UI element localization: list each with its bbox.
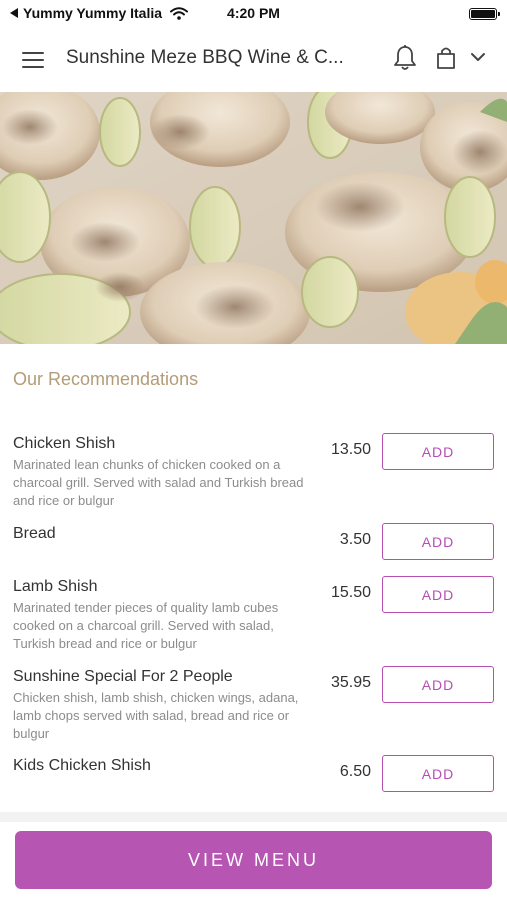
status-time: 4:20 PM: [227, 5, 280, 21]
menu-icon[interactable]: [22, 52, 44, 68]
item-name: Sunshine Special For 2 People: [13, 668, 233, 685]
view-menu-button[interactable]: VIEW MENU: [15, 831, 492, 889]
item-price: 35.95: [330, 674, 371, 691]
bell-icon[interactable]: [392, 44, 418, 72]
page-title: Sunshine Meze BBQ Wine & C...: [66, 47, 344, 68]
shopping-bag-icon[interactable]: [435, 46, 457, 70]
item-price: 6.50: [339, 763, 371, 780]
add-button[interactable]: ADD: [382, 755, 494, 792]
add-button[interactable]: ADD: [382, 433, 494, 470]
item-name: Lamb Shish: [13, 578, 98, 595]
divider: [0, 812, 507, 822]
item-price: 15.50: [330, 584, 371, 601]
item-price: 13.50: [330, 441, 371, 458]
item-name: Chicken Shish: [13, 435, 116, 452]
item-name: Kids Chicken Shish: [13, 757, 151, 774]
item-price: 3.50: [339, 531, 371, 548]
item-description: Marinated tender pieces of quality lamb …: [13, 600, 279, 651]
app-header: Sunshine Meze BBQ Wine & C...: [0, 28, 507, 90]
item-description: Chicken shish, lamb shish, chicken wings…: [13, 690, 299, 741]
item-description: Marinated lean chunks of chicken cooked …: [13, 457, 304, 508]
battery-icon: [469, 8, 500, 20]
status-bar: Yummy Yummy Italia 4:20 PM: [0, 0, 507, 28]
add-button[interactable]: ADD: [382, 666, 494, 703]
hero-food-image: [0, 92, 507, 344]
section-title: Our Recommendations: [13, 369, 199, 389]
item-name: Bread: [13, 525, 56, 542]
add-button[interactable]: ADD: [382, 523, 494, 560]
add-button[interactable]: ADD: [382, 576, 494, 613]
chevron-down-icon[interactable]: [470, 51, 486, 63]
